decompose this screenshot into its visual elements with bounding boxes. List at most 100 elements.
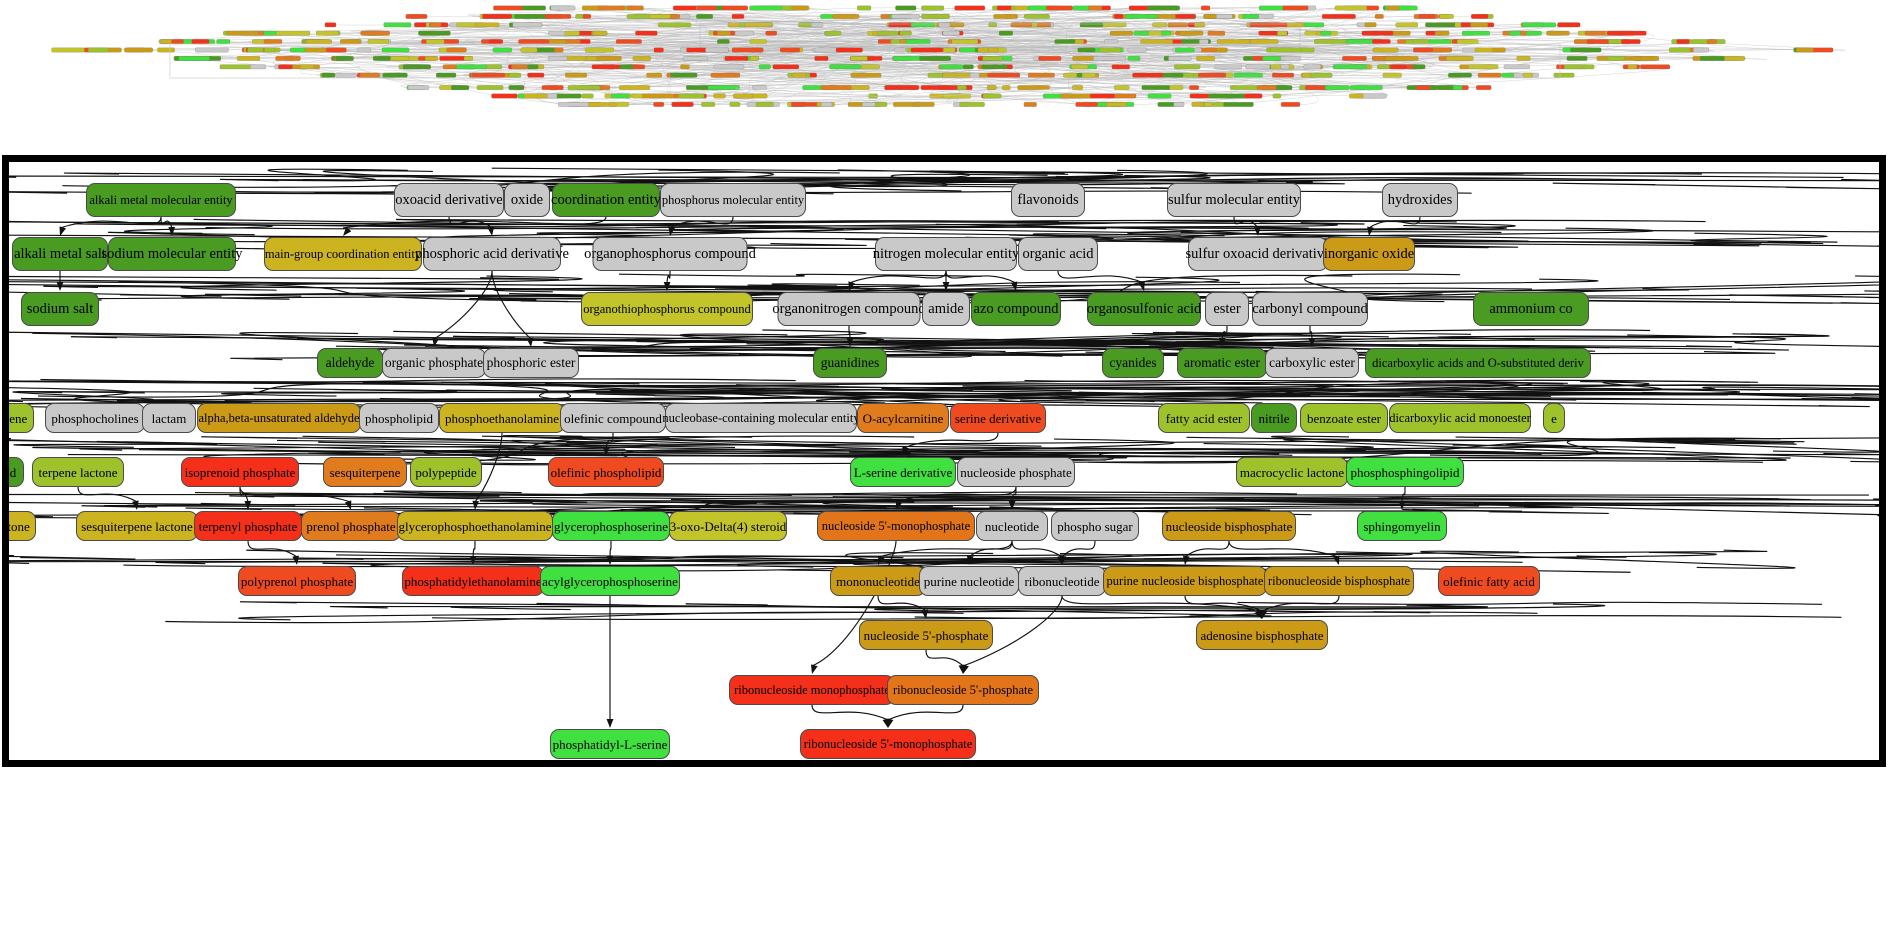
graph-node-phosphocholines[interactable]: phosphocholines: [45, 403, 145, 433]
graph-node-glycerophosphoethanolamine[interactable]: glycerophosphoethanolamine: [397, 511, 553, 541]
graph-node-main-group-coordination-entity[interactable]: main-group coordination entity: [264, 237, 422, 271]
graph-node-carbonyl-compound[interactable]: carbonyl compound: [1252, 292, 1368, 326]
graph-node-row7-left-edge[interactable]: lactone: [9, 511, 36, 541]
minimap-node: [1111, 64, 1130, 70]
graph-node-inorganic-oxide[interactable]: inorganic oxide: [1323, 237, 1415, 271]
graph-node-coordination-entity[interactable]: coordination entity: [551, 183, 661, 217]
graph-node-ammonium-compound[interactable]: ammonium co: [1473, 292, 1589, 326]
graph-node-nitrogen-molecular-entity[interactable]: nitrogen molecular entity: [873, 237, 1019, 271]
graph-node-purine-nucleoside-bisphosphate[interactable]: purine nucleoside bisphosphate: [1103, 566, 1267, 596]
graph-node-oxoacid-derivative[interactable]: oxoacid derivative: [394, 183, 504, 217]
graph-node-nucleotide[interactable]: nucleotide: [976, 511, 1048, 541]
graph-node-flavonoids[interactable]: flavonoids: [1011, 183, 1085, 217]
graph-node-phosphoric-acid-derivative[interactable]: phosphoric acid derivative: [415, 237, 569, 271]
graph-node-o-acylcarnitine[interactable]: O-acylcarnitine: [857, 403, 949, 433]
graph-node-olefinic-phospholipid[interactable]: olefinic phospholipid: [548, 457, 664, 487]
graph-node-phospho-sugar[interactable]: phospho sugar: [1051, 511, 1139, 541]
graph-node-terpene-lactone[interactable]: terpene lactone: [32, 457, 124, 487]
graph-node-adenosine-bisphosphate[interactable]: adenosine bisphosphate: [1196, 620, 1328, 650]
graph-node-alkali-metal-molecular-entity[interactable]: alkali metal molecular entity: [86, 183, 236, 217]
graph-node-phosphoethanolamine[interactable]: phosphoethanolamine: [439, 403, 565, 433]
graph-node-carboxylic-ester[interactable]: carboxylic ester: [1265, 348, 1359, 378]
graph-node-alkali-metal-salt[interactable]: alkali metal salt: [12, 237, 108, 271]
graph-node-organophosphorus-compound[interactable]: organophosphorus compound: [584, 237, 756, 271]
graph-node-terpene-edge-left[interactable]: pene: [9, 403, 34, 433]
graph-node-amide[interactable]: amide: [922, 292, 970, 326]
graph-node-ribonucleoside-5-monophosphate[interactable]: ribonucleoside 5'-monophosphate: [800, 729, 976, 759]
graph-node-organonitrogen-compound[interactable]: organonitrogen compound: [772, 292, 926, 326]
graph-node-sodium-salt[interactable]: sodium salt: [21, 292, 99, 326]
minimap-node: [357, 47, 371, 53]
graph-node-mononucleotide[interactable]: mononucleotide: [830, 566, 926, 596]
graph-node-alpha-beta-unsaturated-aldehyde[interactable]: alpha,beta-unsaturated aldehyde: [197, 403, 361, 433]
graph-edge-longrange: [736, 551, 1413, 568]
graph-node-label: ester: [1213, 300, 1241, 317]
graph-node-nucleoside-5-monophosphate[interactable]: nucleoside 5'-monophosphate: [817, 511, 975, 541]
graph-node-nucleoside-phosphate[interactable]: nucleoside phosphate: [957, 457, 1075, 487]
graph-node-olefinic-fatty-acid[interactable]: olefinic fatty acid: [1438, 566, 1540, 596]
graph-node-aldehyde[interactable]: aldehyde: [317, 348, 383, 378]
graph-node-phosphatidyl-l-serine[interactable]: phosphatidyl-L-serine: [550, 729, 670, 759]
graph-node-organic-phosphate[interactable]: organic phosphate: [382, 348, 486, 378]
graph-node-sulfur-oxoacid-derivative[interactable]: sulfur oxoacid derivative: [1186, 237, 1330, 271]
graph-node-fatty-acid-ester[interactable]: fatty acid ester: [1158, 403, 1250, 433]
graph-edge-longrange: [1437, 333, 1830, 340]
graph-detail-viewport[interactable]: alkali metal molecular entity oxoacid der…: [2, 155, 1886, 767]
minimap-node: [1795, 47, 1814, 53]
graph-node-sesquiterpene[interactable]: sesquiterpene: [323, 457, 407, 487]
graph-node-ribonucleoside-bisphosphate[interactable]: ribonucleoside bisphosphate: [1264, 566, 1414, 596]
graph-node-sulfur-molecular-entity[interactable]: sulfur molecular entity: [1167, 183, 1301, 217]
graph-node-3-oxo-delta-4-steroid[interactable]: 3-oxo-Delta(4) steroid: [669, 511, 787, 541]
graph-node-sesquiterpene-lactone[interactable]: sesquiterpene lactone: [76, 511, 198, 541]
graph-node-organothiophosphorus-compound[interactable]: organothiophosphorus compound: [581, 292, 753, 326]
graph-node-phosphosphingolipid[interactable]: phosphosphingolipid: [1346, 457, 1464, 487]
graph-node-aromatic-ester[interactable]: aromatic ester: [1177, 348, 1267, 378]
graph-node-label: L-serine derivative: [853, 464, 953, 480]
graph-edge-longrange: [746, 339, 1755, 346]
graph-node-acylglycerophosphoserine[interactable]: acylglycerophosphoserine: [540, 566, 680, 596]
graph-node-polyprenol-phosphate[interactable]: polyprenol phosphate: [238, 566, 356, 596]
graph-node-glycerophosphoserine[interactable]: glycerophosphoserine: [552, 511, 670, 541]
graph-node-olefinic-compound[interactable]: olefinic compound: [560, 403, 666, 433]
graph-node-label: alpha,beta-unsaturated aldehyde: [198, 410, 360, 425]
graph-node-sodium-molecular-entity[interactable]: sodium molecular entity: [102, 237, 242, 271]
graph-node-purine-nucleotide[interactable]: purine nucleotide: [919, 566, 1019, 596]
graph-node-serine-derivative[interactable]: serine derivative: [950, 403, 1046, 433]
graph-node-azo-compound[interactable]: azo compound: [971, 292, 1061, 326]
graph-node-polypeptide[interactable]: polypeptide: [410, 457, 482, 487]
graph-node-macrocyclic-lactone[interactable]: macrocyclic lactone: [1236, 457, 1348, 487]
graph-node-phosphoric-ester[interactable]: phosphoric ester: [483, 348, 579, 378]
graph-node-lactam[interactable]: lactam: [142, 403, 196, 433]
graph-node-phosphorus-molecular-entity[interactable]: phosphorus molecular entity: [660, 183, 806, 217]
graph-node-cyanides[interactable]: cyanides: [1102, 348, 1164, 378]
graph-node-ribonucleoside-monophosphate[interactable]: ribonucleoside monophosphate: [729, 675, 895, 705]
graph-node-phosphatidylethanolamine[interactable]: phosphatidylethanolamine: [402, 566, 544, 596]
graph-node-ribonucleoside-5-phosphate[interactable]: ribonucleoside 5'-phosphate: [887, 675, 1039, 705]
graph-edge-longrange: [253, 387, 1041, 396]
graph-node-prenol-phosphate[interactable]: prenol phosphate: [301, 511, 401, 541]
graph-node-ribonucleotide[interactable]: ribonucleotide: [1018, 566, 1106, 596]
graph-node-organic-acid[interactable]: organic acid: [1018, 237, 1098, 271]
graph-node-label: isoprenoid phosphate: [184, 464, 296, 480]
graph-node-ester[interactable]: ester: [1205, 292, 1249, 326]
graph-node-dicarboxylic-acids-and-o-substituted-derivatives[interactable]: dicarboxylic acids and O-substituted der…: [1365, 348, 1591, 378]
graph-node-organosulfonic-acid[interactable]: organosulfonic acid: [1087, 292, 1201, 326]
graph-node-hydroxides[interactable]: hydroxides: [1382, 183, 1458, 217]
graph-node-sphingomyelin[interactable]: sphingomyelin: [1357, 511, 1447, 541]
graph-node-terpenyl-phosphate[interactable]: terpenyl phosphate: [194, 511, 302, 541]
graph-node-row5-right-edge[interactable]: e: [1543, 403, 1565, 433]
graph-node-nucleobase-containing-molecular-entity[interactable]: nucleobase-containing molecular entity: [662, 403, 860, 433]
graph-node-oxide[interactable]: oxide: [504, 183, 550, 217]
graph-node-row6-left-edge[interactable]: d: [9, 457, 24, 487]
graph-node-dicarboxylic-acid-monoester[interactable]: dicarboxylic acid monoester: [1389, 403, 1531, 433]
graph-node-l-serine-derivative[interactable]: L-serine derivative: [850, 457, 956, 487]
minimap-node: [951, 39, 979, 44]
graph-node-phospholipid[interactable]: phospholipid: [359, 403, 439, 433]
graph-node-nucleoside-bisphosphate[interactable]: nucleoside bisphosphate: [1162, 511, 1296, 541]
graph-node-benzoate-ester[interactable]: benzoate ester: [1300, 403, 1388, 433]
graph-node-nucleoside-5-phosphate[interactable]: nucleoside 5'-phosphate: [859, 620, 993, 650]
graph-node-isoprenoid-phosphate[interactable]: isoprenoid phosphate: [181, 457, 299, 487]
graph-node-guanidines[interactable]: guanidines: [813, 348, 887, 378]
graph-node-nitrile[interactable]: nitrile: [1251, 403, 1297, 433]
graph-overview-minimap[interactable]: [0, 0, 1890, 130]
